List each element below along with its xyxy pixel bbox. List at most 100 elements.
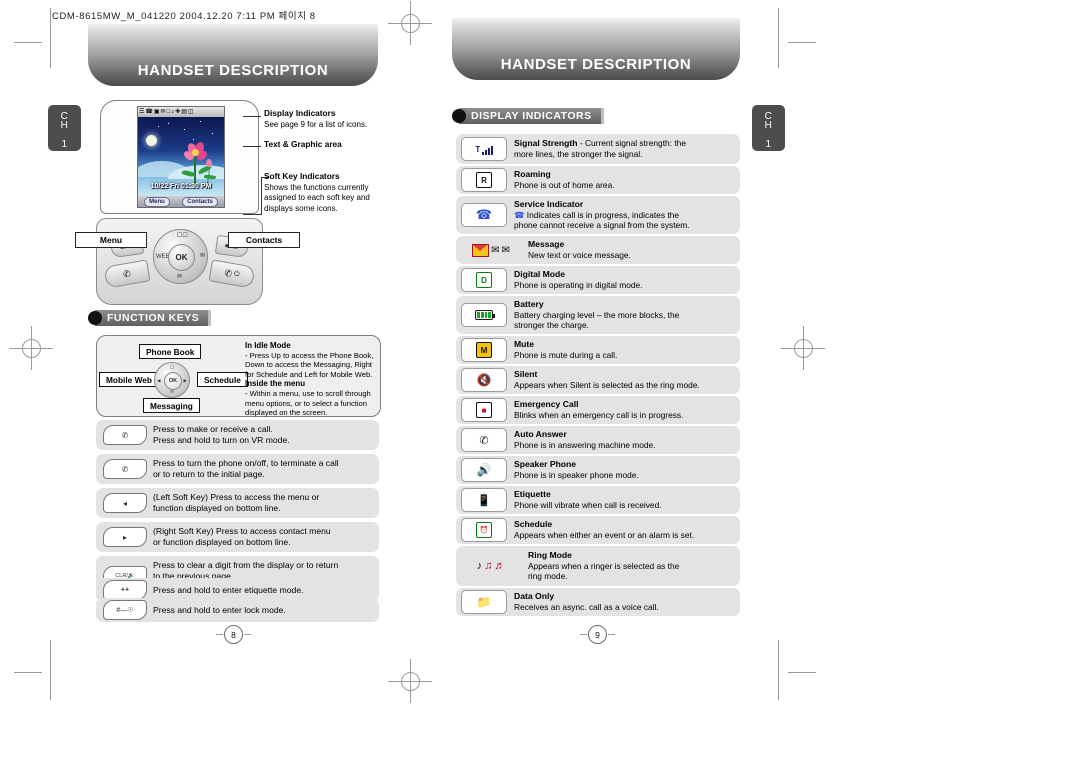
- crop-line-left-horizontal: [14, 42, 42, 43]
- fk-desc-menu-body: - Within a menu, use to scroll through m…: [245, 388, 371, 418]
- indicator-row-roaming: R Roaming Phone is out of home area.: [456, 166, 740, 194]
- signal-icon: ☰: [139, 109, 145, 115]
- crop-line-bottom-left-horizontal: [14, 672, 42, 673]
- indicator-row-signal-strength: T Signal Strength - Current signal stren…: [456, 134, 740, 164]
- page-number-right: 9: [580, 625, 615, 644]
- banner-right: HANDSET DESCRIPTION: [452, 18, 740, 80]
- indicator-text: Battery Battery charging level – the mor…: [514, 299, 685, 331]
- leader-line-softkey-h-bottom: [243, 214, 262, 216]
- auto-answer-icon: ✆: [461, 428, 507, 452]
- indicator-line: Phone is operating in digital mode.: [514, 280, 643, 290]
- silent-icon: 🔇: [461, 368, 507, 392]
- page-number-left-value: 8: [231, 629, 236, 640]
- page-number-right-value: 9: [595, 629, 600, 640]
- indicator-line: Phone is out of home area.: [514, 180, 615, 190]
- fk-tag-mobile-web: Mobile Web: [99, 372, 159, 387]
- fk-ok-button: OK: [164, 372, 182, 390]
- indicator-text: Ring Mode Appears when a ringer is selec…: [528, 550, 685, 582]
- crop-line-right-horizontal: [788, 42, 816, 43]
- indicator-title: Roaming: [514, 169, 551, 180]
- fk-tag-phone-book: Phone Book: [139, 344, 202, 359]
- chapter-tab-left: C H 1: [48, 105, 81, 151]
- function-keys-navpad: ☐ ◀ ▶ ✉ OK: [154, 362, 190, 398]
- indicator-row-battery: Battery Battery charging level – the mor…: [456, 296, 740, 334]
- leader-line-display-indicators: [243, 116, 261, 118]
- indicator-text: Silent Appears when Silent is selected a…: [514, 369, 706, 390]
- indicator-line: Appears when Silent is selected as the r…: [514, 380, 700, 390]
- schedule-nav-icon: ✉: [199, 253, 205, 259]
- star-key-icon: ⚹⚹: [103, 580, 147, 600]
- indicator-title: Schedule: [514, 519, 553, 530]
- indicator-text: Emergency Call Blinks when an emergency …: [514, 399, 689, 420]
- crop-line-bottom-right-vertical: [778, 640, 779, 700]
- chapter-tab-right: C H 1: [752, 105, 785, 151]
- section-heading-function-keys: FUNCTION KEYS: [88, 310, 212, 326]
- callout-display-indicators-title: Display Indicators: [264, 108, 336, 118]
- indicator-text: Etiquette Phone will vibrate when call i…: [514, 489, 668, 510]
- indicator-row-auto-answer: ✆ Auto Answer Phone is in answering mach…: [456, 426, 740, 454]
- handset-upper-flip: ☰ ☎ ▣ ✉ □ ♪ ✚ ▤ ◫ 10/22 Fri 01:30 PM Men…: [100, 100, 259, 214]
- row1-line0: Press to turn the phone on/off, to termi…: [153, 458, 339, 468]
- registration-mark-right: [781, 326, 825, 370]
- function-key-row: ✆ Press to make or receive a call. Press…: [96, 420, 379, 450]
- indicator-text: Roaming Phone is out of home area.: [514, 169, 621, 190]
- indicator-text: Service Indicator ☎ Indicates call is in…: [514, 199, 696, 231]
- indicator-title: Ring Mode: [528, 550, 572, 561]
- callout-soft-key-indicators-title: Soft Key Indicators: [264, 171, 340, 181]
- callout-text-graphic-area: Text & Graphic area: [264, 139, 374, 151]
- send-key: ✆: [103, 259, 151, 289]
- crop-line-bottom-right-horizontal: [788, 672, 816, 673]
- indicator-title-suffix: - Current signal strength: the: [577, 138, 686, 149]
- row2-line0: (Left Soft Key) Press to access the menu…: [153, 492, 320, 502]
- service-indicator-icon: ☎: [461, 203, 507, 227]
- handset-lcd-screen: ☰ ☎ ▣ ✉ □ ♪ ✚ ▤ ◫ 10/22 Fri 01:30 PM Men…: [137, 106, 225, 208]
- fk-tag-messaging: Messaging: [143, 398, 200, 413]
- function-key-row: ✆ Press to turn the phone on/off, to ter…: [96, 454, 379, 484]
- indicator-line: Receives an async. call as a voice call.: [514, 602, 659, 612]
- fk-desc-idle-title: In Idle Mode: [245, 341, 291, 350]
- indicator-row-schedule: ⏰ Schedule Appears when either an event …: [456, 516, 740, 544]
- digital-mode-icon: D: [461, 268, 507, 292]
- callout-text-graphic-area-title: Text & Graphic area: [264, 139, 342, 149]
- row2-line1: function displayed on bottom line.: [153, 503, 281, 513]
- message-icon: ✉ ✉: [461, 239, 521, 261]
- manual-page-spread: CDM-8615MW_M_041220 2004.12.20 7:11 PM 페…: [0, 0, 1080, 763]
- indicator-text: Data Only Receives an async. call as a v…: [514, 591, 665, 612]
- indicator-line: Appears when a ringer is selected as the: [528, 560, 680, 571]
- chapter-tab-right-number: 1: [765, 139, 772, 150]
- indicator-title: Data Only: [514, 591, 555, 602]
- tag-menu: Menu: [75, 232, 147, 248]
- battery-icon: [461, 303, 507, 327]
- indicator-title: Mute: [514, 339, 535, 350]
- envelope-icon: [472, 243, 490, 257]
- callout-soft-key-indicators: Soft Key Indicators Shows the functions …: [264, 171, 376, 214]
- indicator-line: Phone is in speaker phone mode.: [514, 470, 639, 480]
- digital-icon: ▣: [153, 109, 160, 115]
- indicator-row-mute: M Mute Phone is mute during a call.: [456, 336, 740, 364]
- indicator-line: ring mode.: [528, 571, 568, 582]
- etiquette-icon: 📱: [461, 488, 507, 512]
- signal-strength-icon: T: [461, 137, 507, 161]
- row0-line0: Press to make or receive a call.: [153, 424, 273, 434]
- message-icon: ✉: [160, 109, 166, 115]
- schedule-icon: ⏰: [461, 518, 507, 542]
- row3-line1: or function displayed on bottom line.: [153, 537, 291, 547]
- indicator-row-silent: 🔇 Silent Appears when Silent is selected…: [456, 366, 740, 394]
- function-keys-diagram: Phone Book Mobile Web Schedule Messaging…: [96, 335, 381, 417]
- lcd-clock: 10/22 Fri 01:30 PM: [150, 183, 212, 190]
- indicator-line: stronger the charge.: [514, 320, 589, 331]
- running-head: CDM-8615MW_M_041220 2004.12.20 7:11 PM 페…: [52, 11, 316, 22]
- indicator-text: Digital Mode Phone is operating in digit…: [514, 269, 649, 290]
- function-key-row-text: (Left Soft Key) Press to access the menu…: [153, 492, 325, 514]
- leader-line-text-graphic: [243, 146, 261, 148]
- lcd-status-bar: ☰ ☎ ▣ ✉ □ ♪ ✚ ▤ ◫: [138, 107, 224, 117]
- speaker-phone-icon: 🔊: [461, 458, 507, 482]
- voicemail-icon-1: ✉: [491, 244, 500, 256]
- indicator-row-message: ✉ ✉ Message New text or voice message.: [456, 236, 740, 264]
- roaming-icon: R: [461, 168, 507, 192]
- indicator-title: Signal Strength: [514, 138, 578, 149]
- indicator-title: Silent: [514, 369, 538, 380]
- indicator-row-speaker-phone: 🔊 Speaker Phone Phone is in speaker phon…: [456, 456, 740, 484]
- function-key-row: ▸ (Right Soft Key) Press to access conta…: [96, 522, 379, 552]
- chapter-tab-left-number: 1: [61, 139, 68, 150]
